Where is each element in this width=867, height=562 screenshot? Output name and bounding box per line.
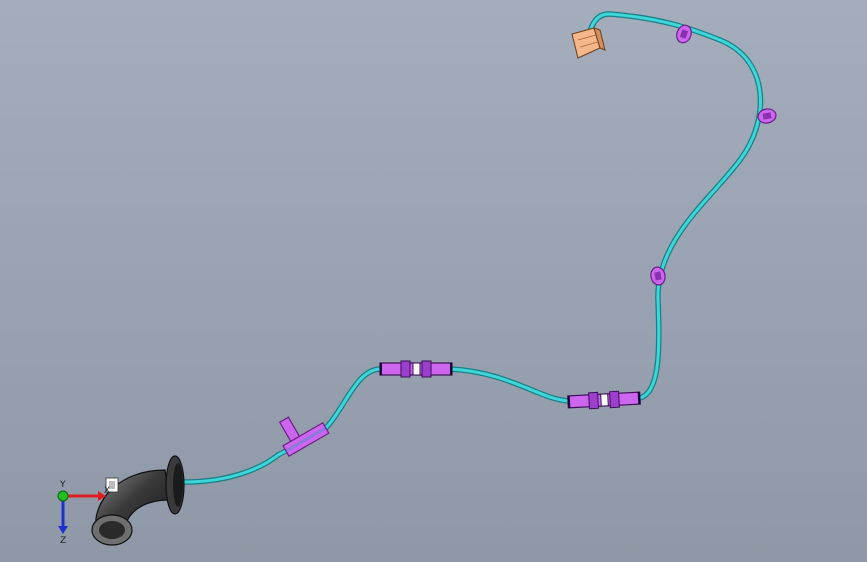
mounting-bracket[interactable] bbox=[272, 404, 330, 458]
cable-outline bbox=[182, 11, 764, 485]
cable-route[interactable] bbox=[182, 11, 764, 485]
inline-connector-1[interactable] bbox=[379, 360, 453, 378]
triad-z-label: Z bbox=[60, 536, 66, 546]
terminal-block[interactable] bbox=[571, 27, 606, 59]
harness-model[interactable]: X Y Z bbox=[0, 0, 867, 562]
triad-y-axis bbox=[57, 490, 69, 502]
inline-connector-2[interactable] bbox=[567, 390, 641, 410]
grommet-elbow[interactable] bbox=[91, 455, 185, 546]
graphics-viewport[interactable]: X Y Z bbox=[0, 0, 867, 562]
triad-x-label: X bbox=[104, 486, 110, 496]
triad-y-label: Y bbox=[59, 480, 66, 490]
cable-core bbox=[183, 12, 762, 484]
